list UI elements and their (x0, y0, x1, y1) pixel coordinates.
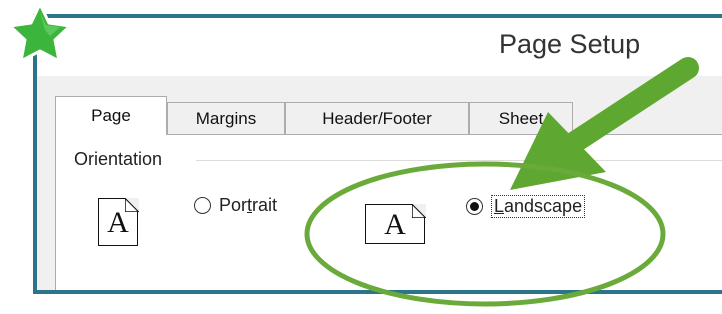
landscape-radio-label: Landscape (491, 195, 586, 218)
landscape-radio[interactable]: Landscape (466, 195, 586, 218)
tab-page[interactable]: Page (55, 96, 167, 135)
portrait-radio-label: Portrait (219, 195, 277, 216)
page-tab-panel: Orientation A Portrait A Landscape (55, 134, 722, 290)
tab-margins-label: Margins (195, 108, 257, 128)
tab-sheet-label: Sheet (498, 108, 544, 128)
portrait-label-part-1: Por (219, 195, 248, 215)
landscape-label-part-2: andscape (504, 196, 583, 216)
group-divider (196, 160, 722, 161)
orientation-group-label: Orientation (74, 149, 171, 170)
landscape-label-accesskey: L (494, 196, 505, 216)
title-bar: Page Setup (37, 18, 722, 76)
landscape-icon-letter: A (384, 208, 406, 241)
tab-header-footer[interactable]: Header/Footer (285, 102, 469, 134)
tab-page-label: Page (91, 106, 131, 125)
portrait-label-part-2: rait (252, 195, 278, 215)
window-title: Page Setup (499, 29, 641, 59)
dialog-body: Page Margins Header/Footer Sheet Orienta… (37, 76, 722, 290)
portrait-radio[interactable]: Portrait (194, 195, 277, 216)
landscape-page-icon: A (365, 203, 426, 244)
tab-margins[interactable]: Margins (167, 102, 285, 134)
tab-sheet[interactable]: Sheet (469, 102, 573, 134)
portrait-radio-button[interactable] (194, 197, 211, 214)
page-setup-dialog: Page Setup Page Margins Header/Footer Sh… (33, 14, 722, 294)
portrait-page-icon: A (98, 197, 139, 246)
portrait-icon-letter: A (107, 206, 129, 239)
landscape-radio-button[interactable] (466, 198, 483, 215)
tab-header-footer-label: Header/Footer (322, 108, 432, 128)
screenshot-stage: Page Setup Page Margins Header/Footer Sh… (0, 0, 722, 314)
